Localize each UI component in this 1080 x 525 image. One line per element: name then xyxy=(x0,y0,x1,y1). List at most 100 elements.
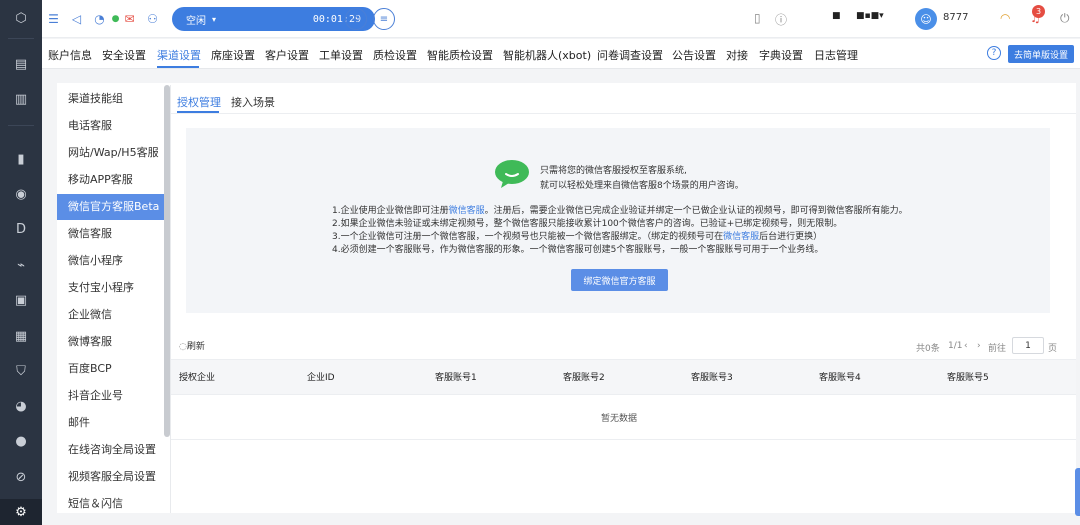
tab-channel[interactable]: 渠道设置 xyxy=(157,47,201,63)
tab-seat[interactable]: 席座设置 xyxy=(211,47,255,63)
tab-smart-qa[interactable]: 智能质检设置 xyxy=(427,47,493,63)
dialpad-icon[interactable]: ☰ xyxy=(45,10,62,27)
prev-page-icon[interactable]: ‹ xyxy=(964,341,968,351)
sidebar-item-wecom[interactable]: 企业微信 xyxy=(57,302,164,328)
simple-version-button[interactable]: 去简单版设置 xyxy=(1008,45,1074,63)
rule-3: 3.一个企业微信可注册一个微信客服，一个视频号也只能被一个微信客服绑定。（绑定的… xyxy=(332,229,822,242)
phone-icon[interactable]: ✆ xyxy=(345,8,367,30)
tab-access-scene[interactable]: 接入场景 xyxy=(231,94,275,110)
sidebar-item-wechat-official[interactable]: 微信官方客服Beta xyxy=(57,194,164,220)
rule-2: 2.如果企业微信未验证或未绑定视频号，整个微信客服只能接收累计100个微信客户的… xyxy=(332,219,843,229)
side-drawer-handle[interactable] xyxy=(1075,468,1080,516)
empty-state: 暂无数据 xyxy=(601,414,638,424)
sidebar-item-skill-group[interactable]: 渠道技能组 xyxy=(57,86,164,112)
tab-account[interactable]: 账户信息 xyxy=(48,47,92,63)
monitor-wave-icon[interactable]: ⌁ xyxy=(12,256,30,274)
message-icon[interactable]: ≡ xyxy=(373,8,395,30)
chat-icon[interactable]: ● xyxy=(12,432,30,450)
column-header: 客服账号2 xyxy=(563,373,605,383)
book-open-icon[interactable]: ▯ xyxy=(754,11,761,25)
bar-chart-icon[interactable]: ▮ xyxy=(12,150,30,168)
robot-icon[interactable]: ◉ xyxy=(12,185,30,203)
rule-1: 1.企业使用企业微信即可注册微信客服。注册后，需要企业微信已完成企业验证并绑定一… xyxy=(332,203,908,216)
dashboard-icon[interactable]: ▣ xyxy=(12,291,30,309)
chat-status-icon[interactable]: ◔ xyxy=(91,10,108,27)
sidebar-item-video-global[interactable]: 视频客服全局设置 xyxy=(57,464,164,490)
tab-customer[interactable]: 客户设置 xyxy=(265,47,309,63)
tab-security[interactable]: 安全设置 xyxy=(102,47,146,63)
clipboard-icon[interactable]: ▤ xyxy=(12,55,30,73)
tab-ticket[interactable]: 工单设置 xyxy=(319,47,363,63)
total-count: 共0条 xyxy=(916,344,940,354)
volume-icon[interactable]: ◁ xyxy=(68,10,85,27)
sidebar-item-online-global[interactable]: 在线咨询全局设置 xyxy=(57,437,164,463)
column-header: 客服账号1 xyxy=(435,373,477,383)
rule-3-text-a: 3.一个企业微信可注册一个微信客服，一个视频号也只能被一个微信客服绑定。（绑定的… xyxy=(332,232,724,242)
refresh-label: 刷新 xyxy=(186,342,205,352)
sidebar-item-douyin[interactable]: 抖音企业号 xyxy=(57,383,164,409)
inner-tab-divider xyxy=(171,113,1076,114)
rule-1-text-b: 。注册后，需要企业微信已完成企业验证并绑定一个已做企业认证的视频号，即可得到微信… xyxy=(484,206,908,216)
status-label: 空闲 xyxy=(186,15,206,27)
power-icon[interactable]: ⏻ xyxy=(1060,11,1070,26)
link-icon[interactable]: ⊘ xyxy=(12,468,30,486)
calendar-icon[interactable]: ▦ xyxy=(12,327,30,345)
tab-dictionary[interactable]: 字典设置 xyxy=(759,47,803,63)
page-indicator: 1/1 xyxy=(948,341,963,351)
d-icon[interactable]: D xyxy=(12,220,30,238)
sidebar-item-phone[interactable]: 电话客服 xyxy=(57,113,164,139)
rule-3-text-b: 后台进行更换） xyxy=(759,232,823,242)
chevron-down-icon: ▾ xyxy=(212,14,217,24)
redacted-block-icon: ■▪■▾ xyxy=(856,11,884,21)
book-icon[interactable]: ▥ xyxy=(12,90,30,108)
page-input[interactable]: 1 xyxy=(1012,337,1044,354)
active-tab-indicator xyxy=(157,66,199,68)
table-divider xyxy=(171,439,1076,440)
bind-wechat-service-button[interactable]: 绑定微信官方客服 xyxy=(571,269,668,291)
sidebar-item-sms[interactable]: 短信＆闪信 xyxy=(57,491,164,517)
agent-id: 8777 xyxy=(943,12,969,23)
intro-line-2: 就可以轻松处理来自微信客服8个场景的用户咨询。 xyxy=(540,181,744,191)
help-circle-icon[interactable]: ⓘ xyxy=(775,11,787,28)
sidebar-item-mini-program[interactable]: 微信小程序 xyxy=(57,248,164,274)
shield-icon[interactable]: ⛉ xyxy=(12,362,30,380)
gear-icon[interactable]: ⚙ xyxy=(0,499,42,525)
notification-badge: 3 xyxy=(1032,5,1045,18)
people-icon[interactable]: ⚇ xyxy=(144,10,161,27)
rail-divider xyxy=(8,125,34,126)
wechat-service-link[interactable]: 微信客服 xyxy=(449,206,485,216)
rule-1-text-a: 1.企业使用企业微信即可注册 xyxy=(332,206,449,216)
tab-survey[interactable]: 问卷调查设置 xyxy=(597,47,663,63)
sidebar-item-wechat[interactable]: 微信客服 xyxy=(57,221,164,247)
tab-integration[interactable]: 对接 xyxy=(726,47,748,63)
tab-xbot[interactable]: 智能机器人(xbot) xyxy=(503,47,591,63)
sidebar-item-alipay[interactable]: 支付宝小程序 xyxy=(57,275,164,301)
tab-qa[interactable]: 质检设置 xyxy=(373,47,417,63)
tab-auth-management[interactable]: 授权管理 xyxy=(177,94,221,110)
logo-icon: ⬡ xyxy=(15,10,27,26)
avatar[interactable]: ☺ xyxy=(915,8,937,30)
refresh-icon: ◌ xyxy=(179,342,187,352)
column-header: 客服账号5 xyxy=(947,373,989,383)
sidebar-item-web[interactable]: 网站/Wap/H5客服 xyxy=(57,140,164,166)
sidebar-item-weibo[interactable]: 微博客服 xyxy=(57,329,164,355)
mail-off-icon[interactable]: ✉ xyxy=(121,10,138,27)
tab-notice[interactable]: 公告设置 xyxy=(672,47,716,63)
refresh-button[interactable]: ◌刷新 xyxy=(179,339,205,352)
app-rail: ⬡ ▤ ▥ ▮ ◉ D ⌁ ▣ ▦ ⛉ ◕ ● ⊘ ⚙ xyxy=(0,0,42,525)
rail-divider xyxy=(8,38,34,39)
settings-nav: 账户信息 安全设置 渠道设置 席座设置 客户设置 工单设置 质检设置 智能质检设… xyxy=(42,39,1080,69)
sidebar-item-app[interactable]: 移动APP客服 xyxy=(57,167,164,193)
help-icon[interactable]: ? xyxy=(987,46,1001,60)
wifi-icon: ◠ xyxy=(1000,11,1011,25)
goto-label: 前往 xyxy=(988,344,1007,354)
wechat-service-backend-link[interactable]: 微信客服 xyxy=(723,232,759,242)
channel-sidebar: 渠道技能组 电话客服 网站/Wap/H5客服 移动APP客服 微信官方客服Bet… xyxy=(57,85,165,513)
next-page-icon[interactable]: › xyxy=(977,341,981,351)
headset-icon[interactable]: ◕ xyxy=(12,397,30,415)
column-header: 客服账号3 xyxy=(691,373,733,383)
tab-logs[interactable]: 日志管理 xyxy=(814,47,858,63)
sidebar-item-baidu[interactable]: 百度BCP xyxy=(57,356,164,382)
sidebar-item-email[interactable]: 邮件 xyxy=(57,410,164,436)
redacted-block-icon: ■ xyxy=(832,11,841,21)
